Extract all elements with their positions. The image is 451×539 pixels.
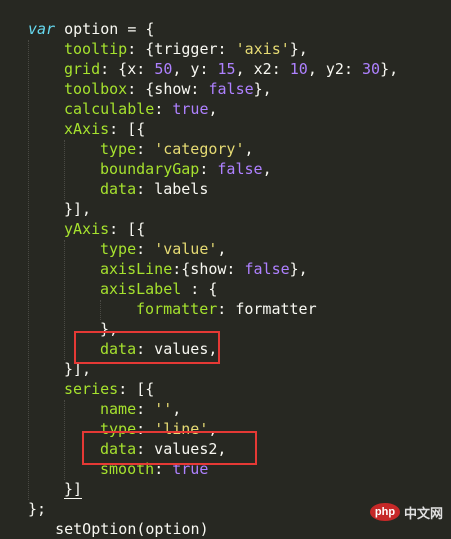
php-logo-icon: php [369, 503, 400, 521]
code-text: : [{ [109, 120, 146, 138]
keyword: var [28, 20, 56, 38]
code-line[interactable]: yAxis: [{ [64, 219, 145, 239]
property: series [64, 380, 119, 398]
code-text: }, [289, 40, 308, 58]
highlight-box-values [74, 331, 220, 364]
code-line[interactable]: formatter: formatter [136, 299, 317, 319]
code-line[interactable]: type: 'category', [100, 139, 254, 159]
code-line[interactable]: }], [64, 199, 91, 219]
code-text: :{show: [172, 260, 245, 278]
code-text: , y: [172, 60, 218, 78]
code-text: : {x: [100, 60, 155, 78]
code-text: : [{ [118, 380, 155, 398]
boolean: true [172, 100, 209, 118]
code-text: , [208, 100, 218, 118]
watermark-text: 中文网 [403, 506, 443, 522]
code-line[interactable]: grid: {x: 50, y: 15, x2: 10, y2: 30}, [64, 59, 398, 79]
code-line[interactable]: data: labels [100, 179, 208, 199]
boolean: false [208, 80, 254, 98]
number: 50 [154, 60, 173, 78]
code-text: , x2: [235, 60, 290, 78]
code-line[interactable]: var option = { [28, 19, 154, 39]
property: tooltip [64, 40, 128, 58]
code-text: , y2: [307, 60, 363, 78]
code-text: }, [253, 80, 272, 98]
code-text: : [199, 160, 218, 178]
code-text: , [244, 140, 254, 158]
property: axisLabel [100, 280, 182, 298]
code-line[interactable]: axisLabel : { [100, 279, 217, 299]
indent-guide [28, 40, 29, 500]
code-text: : { [181, 280, 218, 298]
code-text: }, [289, 260, 308, 278]
indent-guide [100, 300, 101, 320]
property: type [100, 240, 137, 258]
code-text: }] [64, 480, 83, 499]
indent-guide [64, 240, 65, 360]
string: '' [154, 400, 173, 418]
property: boundaryGap [100, 160, 200, 178]
property: formatter [136, 300, 218, 318]
code-line[interactable]: toolbox: {show: false}, [64, 79, 272, 99]
number: 15 [217, 60, 236, 78]
code-line[interactable]: type: 'value', [100, 239, 226, 259]
number: 10 [289, 60, 308, 78]
highlight-box-values2 [82, 431, 257, 465]
code-text: : formatter [217, 300, 317, 318]
code-text: : [{ [109, 220, 146, 238]
code-text: option = { [55, 20, 155, 38]
string: 'value' [154, 240, 218, 258]
code-line[interactable]: calculable: true, [64, 99, 218, 119]
indent-guide [64, 140, 65, 200]
property: toolbox [64, 80, 128, 98]
boolean: false [244, 260, 290, 278]
code-line[interactable]: xAxis: [{ [64, 119, 145, 139]
property: yAxis [64, 220, 110, 238]
code-text: : [136, 400, 155, 418]
code-line[interactable]: }; [28, 499, 46, 519]
property: grid [64, 60, 101, 78]
code-text: setOption(option) [28, 520, 209, 538]
code-text: : [136, 240, 155, 258]
code-text: : {trigger: [127, 40, 236, 58]
code-editor[interactable]: var option = { tooltip: {trigger: 'axis'… [0, 0, 451, 538]
code-line[interactable]: series: [{ [64, 379, 154, 399]
code-text: , [262, 160, 272, 178]
string: 'category' [154, 140, 245, 158]
code-text: }], [64, 200, 92, 218]
code-text: : {show: [127, 80, 209, 98]
code-line[interactable]: name: '', [100, 399, 181, 419]
code-text: : [136, 140, 155, 158]
code-text: , [217, 240, 227, 258]
string: 'axis' [235, 40, 290, 58]
code-text: }, [380, 60, 399, 78]
indent-guide [64, 400, 65, 480]
number: 30 [362, 60, 381, 78]
code-text: : labels [136, 180, 209, 198]
property: axisLine [100, 260, 173, 278]
property: calculable [64, 100, 155, 118]
property: xAxis [64, 120, 110, 138]
watermark: php 中文网 [369, 501, 443, 523]
code-line[interactable]: tooltip: {trigger: 'axis'}, [64, 39, 308, 59]
code-line[interactable]: boundaryGap: false, [100, 159, 272, 179]
property: type [100, 140, 137, 158]
code-text: }; [28, 500, 47, 518]
code-text: : [154, 100, 173, 118]
property: data [100, 180, 137, 198]
code-line[interactable]: }] [64, 479, 83, 499]
boolean: false [217, 160, 263, 178]
code-text: , [172, 400, 182, 418]
property: name [100, 400, 137, 418]
code-line[interactable]: setOption(option) [28, 519, 209, 539]
code-line[interactable]: axisLine:{show: false}, [100, 259, 308, 279]
